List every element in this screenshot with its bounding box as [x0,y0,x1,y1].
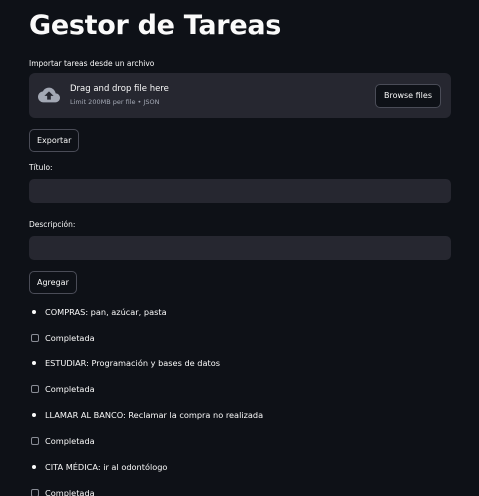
checkbox-icon[interactable] [31,489,39,496]
bullet-icon [32,465,36,469]
page-title: Gestor de Tareas [29,10,282,41]
completed-checkbox[interactable]: Completada [29,383,451,395]
cloud-upload-icon [38,87,60,103]
bullet-icon [32,413,36,417]
completed-label: Completada [45,488,95,496]
app-main: Gestor de Tareas Importar tareas desde u… [0,0,479,496]
dropzone-instruction: Drag and drop file here [70,84,169,94]
task-text-wrap: ESTUDIAR: Programación y bases de datos [29,357,451,369]
title-label: Título: [29,163,53,172]
add-button[interactable]: Agregar [29,271,77,294]
completed-label: Completada [45,333,95,343]
task-text: ESTUDIAR: Programación y bases de datos [45,358,220,368]
task-text-wrap: CITA MÉDICA: ir al odontólogo [29,461,451,473]
browse-files-button[interactable]: Browse files [374,84,441,108]
task-text: CITA MÉDICA: ir al odontólogo [45,462,168,472]
bullet-icon [32,310,36,314]
task-text: COMPRAS: pan, azúcar, pasta [45,307,167,317]
description-label: Descripción: [29,220,76,229]
task-item: ESTUDIAR: Programación y bases de datos … [29,357,451,395]
completed-checkbox[interactable]: Completada [29,332,451,344]
completed-checkbox[interactable]: Completada [29,487,451,496]
dropzone-text: Drag and drop file here Limit 200MB per … [70,83,169,108]
bullet-icon [32,361,36,365]
description-input[interactable] [29,236,451,260]
file-dropzone[interactable]: Drag and drop file here Limit 200MB per … [29,73,451,118]
title-input[interactable] [29,179,451,203]
task-text-wrap: COMPRAS: pan, azúcar, pasta [29,306,451,318]
completed-label: Completada [45,436,95,446]
checkbox-icon[interactable] [31,385,39,393]
checkbox-icon[interactable] [31,437,39,445]
uploader-label: Importar tareas desde un archivo [29,59,155,68]
task-item: LLAMAR AL BANCO: Reclamar la compra no r… [29,409,451,447]
task-text: LLAMAR AL BANCO: Reclamar la compra no r… [45,410,264,420]
checkbox-icon[interactable] [31,334,39,342]
task-text-wrap: LLAMAR AL BANCO: Reclamar la compra no r… [29,409,451,421]
dropzone-limit: Limit 200MB per file • JSON [70,98,160,106]
completed-label: Completada [45,384,95,394]
completed-checkbox[interactable]: Completada [29,435,451,447]
task-item: COMPRAS: pan, azúcar, pasta Completada [29,306,451,344]
task-list: COMPRAS: pan, azúcar, pasta Completada E… [29,306,451,496]
task-item: CITA MÉDICA: ir al odontólogo Completada [29,461,451,496]
export-button[interactable]: Exportar [29,129,80,152]
